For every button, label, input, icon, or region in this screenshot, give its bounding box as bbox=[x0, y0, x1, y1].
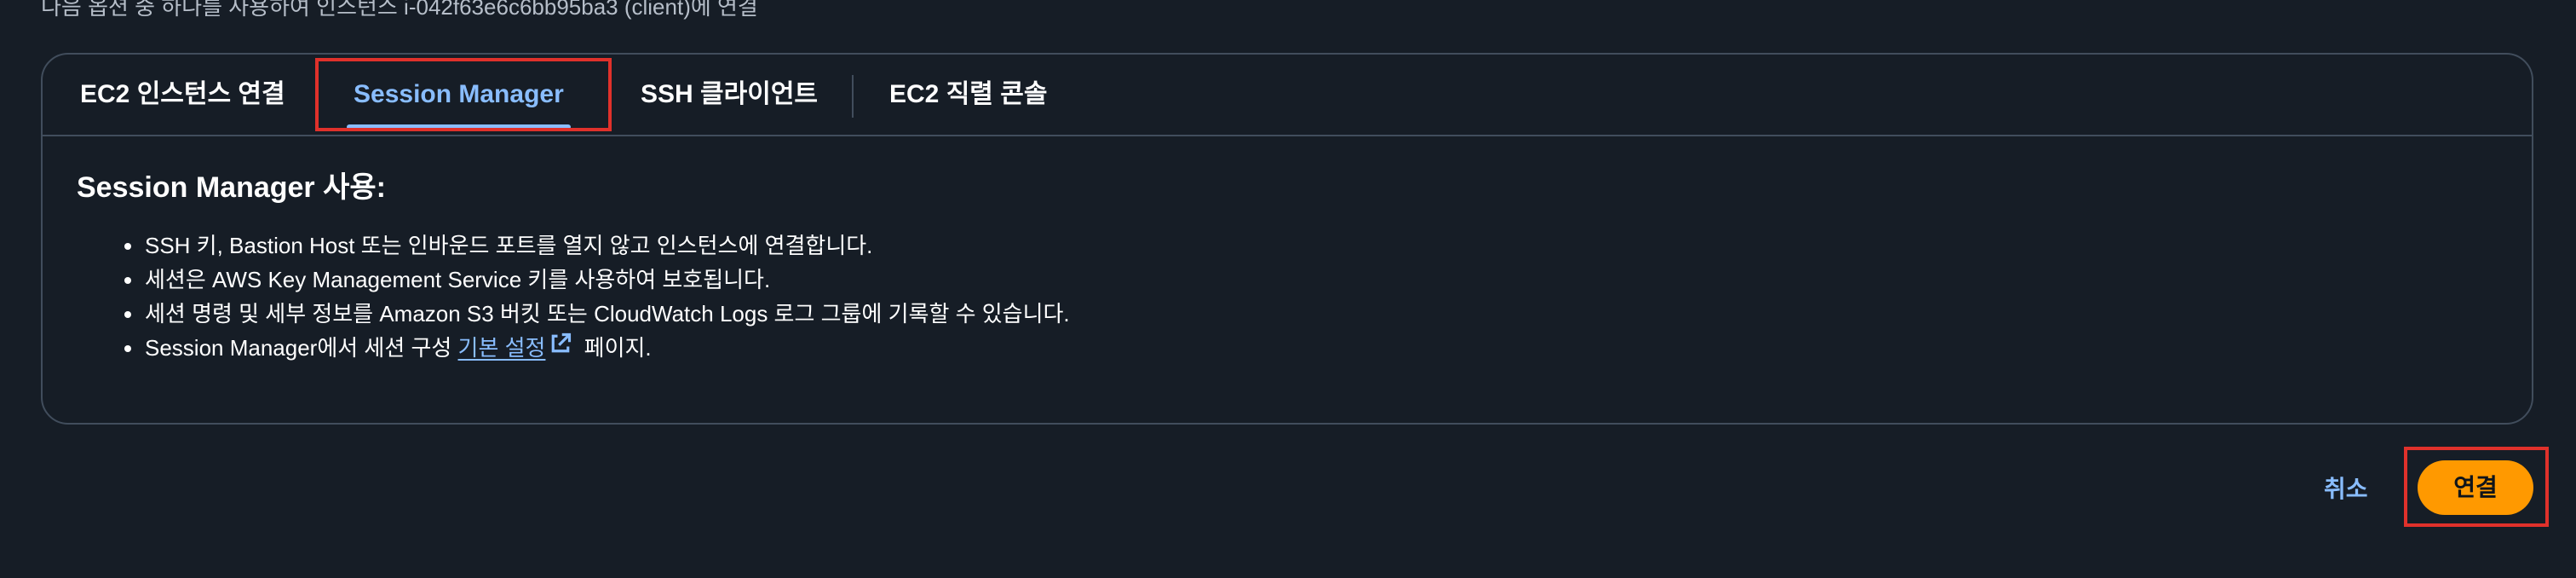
tab-divider bbox=[852, 75, 854, 118]
connect-button[interactable]: 연결 bbox=[2418, 460, 2533, 515]
connect-options-panel: EC2 인스턴스 연결 Session Manager SSH 클라이언트 EC… bbox=[41, 53, 2533, 425]
preferences-link[interactable]: 기본 설정 bbox=[458, 335, 546, 361]
list-item-prefix: Session Manager에서 세션 구성 bbox=[145, 335, 458, 361]
tab-session-manager[interactable]: Session Manager bbox=[347, 55, 571, 135]
instance-connect-instruction: 다음 옵션 중 하나를 사용하여 인스턴스 i-042f63e6c6bb95ba… bbox=[41, 0, 758, 20]
active-tab-indicator bbox=[347, 124, 571, 130]
tab-label: EC2 직렬 콘솔 bbox=[889, 80, 1048, 108]
connect-to-instance-page: 다음 옵션 중 하나를 사용하여 인스턴스 i-042f63e6c6bb95ba… bbox=[0, 0, 2576, 578]
tab-ec2-instance-connect[interactable]: EC2 인스턴스 연결 bbox=[80, 55, 285, 135]
list-item: 세션 명령 및 세부 정보를 Amazon S3 버킷 또는 CloudWatc… bbox=[124, 297, 1070, 331]
connect-method-tabs: EC2 인스턴스 연결 Session Manager SSH 클라이언트 EC… bbox=[43, 55, 2532, 136]
list-item: SSH 키, Bastion Host 또는 인바운드 포트를 열지 않고 인스… bbox=[124, 228, 1070, 263]
list-item-suffix: 페이지. bbox=[578, 335, 652, 361]
tab-label: SSH 클라이언트 bbox=[641, 80, 819, 108]
tab-label: Session Manager bbox=[354, 80, 564, 108]
tab-ssh-client[interactable]: SSH 클라이언트 bbox=[641, 55, 818, 135]
session-manager-feature-list: SSH 키, Bastion Host 또는 인바운드 포트를 열지 않고 인스… bbox=[124, 228, 1070, 365]
cancel-button[interactable]: 취소 bbox=[2324, 471, 2368, 505]
external-link-icon bbox=[549, 331, 572, 365]
list-item: Session Manager에서 세션 구성 기본 설정 페이지. bbox=[124, 331, 1070, 365]
list-item: 세션은 AWS Key Management Service 키를 사용하여 보… bbox=[124, 263, 1070, 297]
tab-label: EC2 인스턴스 연결 bbox=[80, 80, 285, 108]
tab-ec2-serial-console[interactable]: EC2 직렬 콘솔 bbox=[889, 55, 1047, 135]
section-title: Session Manager 사용: bbox=[77, 171, 386, 204]
